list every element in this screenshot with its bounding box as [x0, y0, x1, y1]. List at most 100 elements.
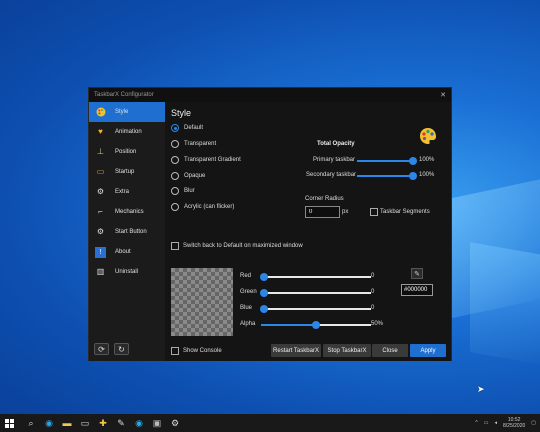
primary-opacity-knob[interactable] [409, 157, 417, 165]
radio-label: Default [184, 125, 204, 131]
total-opacity-title: Total Opacity [317, 141, 355, 147]
primary-opacity-value: 100% [419, 157, 435, 163]
info-icon: ! [95, 246, 106, 258]
startup-icon: ▭ [96, 167, 105, 176]
sidebar-item-label: About [115, 249, 131, 255]
show-console-checkbox[interactable] [171, 347, 179, 355]
style-panel: Style Default Transparent Transparent Gr… [165, 102, 451, 361]
green-label: Green [240, 289, 257, 295]
sidebar-item-label: Extra [115, 189, 130, 195]
sidebar-item-uninstall[interactable]: ▥ Uninstall [89, 262, 165, 282]
radio-default[interactable]: Default [171, 124, 203, 132]
restart-taskbarx-button[interactable]: Restart TaskbarX [271, 344, 321, 357]
hex-color-input[interactable]: #000000 [401, 284, 433, 296]
radio-label: Acrylic (can flicker) [184, 204, 235, 210]
configurator-window: TaskbarX Configurator ✕ Style ♥ Animatio… [88, 87, 452, 361]
edge-icon-2[interactable]: ◉ [130, 414, 148, 432]
blue-knob[interactable] [260, 305, 268, 313]
close-button[interactable]: Close [372, 344, 408, 357]
primary-taskbar-label: Primary taskbar [313, 157, 356, 163]
radio-opaque[interactable]: Opaque [171, 172, 205, 180]
blue-slider[interactable] [261, 308, 371, 310]
switch-back-checkbox[interactable] [171, 242, 179, 250]
sidebar-item-about[interactable]: ! About [89, 242, 165, 262]
position-icon: ⊥ [97, 147, 104, 156]
sidebar-item-label: Position [115, 149, 137, 155]
secondary-taskbar-label: Secondary taskbar [306, 172, 357, 178]
notification-icon[interactable]: ▢ [531, 420, 536, 426]
sidebar-item-position[interactable]: ⊥ Position [89, 142, 165, 162]
heart-icon: ♥ [98, 127, 103, 136]
app-icon[interactable]: ✎ [112, 414, 130, 432]
taskbar-segments-checkbox[interactable] [370, 208, 378, 216]
radio-transparent[interactable]: Transparent [171, 140, 216, 148]
secondary-opacity-knob[interactable] [409, 172, 417, 180]
radio-transparent-gradient[interactable]: Transparent Gradient [171, 156, 241, 164]
restore-button[interactable]: ↻ [114, 343, 129, 355]
apply-button[interactable]: Apply [410, 344, 446, 357]
explorer-icon[interactable]: ▬ [58, 414, 76, 432]
green-value: 0 [371, 289, 375, 295]
start-gear-icon: ⚙ [96, 227, 105, 236]
palette-icon [419, 127, 437, 145]
refresh-icon: ⟳ [98, 344, 105, 354]
color-preview [171, 268, 233, 336]
alpha-label: Alpha [240, 321, 256, 327]
clock[interactable]: 10:52 8/25/2020 [503, 417, 525, 429]
close-icon[interactable]: ✕ [440, 91, 446, 99]
sidebar-item-animation[interactable]: ♥ Animation [89, 122, 165, 142]
red-label: Red [240, 273, 252, 279]
stop-taskbarx-button[interactable]: Stop TaskbarX [323, 344, 371, 357]
radio-blur[interactable]: Blur [171, 187, 195, 195]
green-knob[interactable] [260, 289, 268, 297]
alpha-fill [261, 324, 316, 326]
switch-back-label: Switch back to Default on maximized wind… [183, 243, 303, 249]
sidebar-item-label: Mechanics [115, 209, 144, 215]
corner-radius-input[interactable] [305, 206, 340, 218]
secondary-opacity-fill [357, 175, 413, 177]
terminal-icon[interactable]: ▣ [148, 414, 166, 432]
sidebar-item-start-button[interactable]: ⚙ Start Button [89, 222, 165, 242]
red-knob[interactable] [260, 273, 268, 281]
mechanics-icon: ⌐ [98, 207, 103, 216]
files-icon[interactable]: ▭ [76, 414, 94, 432]
sidebar-item-extra[interactable]: ⚙ Extra [89, 182, 165, 202]
volume-icon[interactable]: ◂ [495, 420, 498, 426]
network-icon[interactable]: ▭ [484, 420, 489, 426]
eyedropper-icon: ✎ [414, 270, 420, 278]
sidebar-item-label: Style [115, 109, 129, 115]
settings-icon[interactable]: ⚙ [166, 414, 184, 432]
radio-label: Blur [184, 188, 195, 194]
taskbar-segments-label: Taskbar Segments [380, 209, 430, 215]
edge-icon[interactable]: ◉ [40, 414, 58, 432]
sidebar-item-startup[interactable]: ▭ Startup [89, 162, 165, 182]
clock-date: 8/25/2020 [503, 423, 526, 429]
wallpaper-light-beam [470, 242, 540, 368]
corner-radius-label: Corner Radius [305, 196, 344, 202]
radio-acrylic[interactable]: Acrylic (can flicker) [171, 203, 234, 211]
taskbarx-icon[interactable]: ✚ [94, 414, 112, 432]
trash-icon: ▥ [96, 267, 105, 276]
sidebar-item-label: Uninstall [115, 269, 139, 275]
palette-icon [95, 107, 106, 118]
page-title: Style [171, 108, 192, 118]
eyedropper-button[interactable]: ✎ [411, 268, 423, 279]
radio-label: Opaque [184, 173, 206, 179]
window-title: TaskbarX Configurator [94, 92, 154, 98]
tray-chevron-icon[interactable]: ^ [475, 420, 477, 426]
restore-icon: ↻ [118, 344, 125, 354]
sidebar-item-style[interactable]: Style [89, 102, 165, 122]
sidebar-item-mechanics[interactable]: ⌐ Mechanics [89, 202, 165, 222]
green-slider[interactable] [261, 292, 371, 294]
title-bar: TaskbarX Configurator ✕ [89, 88, 451, 102]
refresh-button[interactable]: ⟳ [94, 343, 109, 355]
search-icon[interactable]: ⌕ [22, 414, 40, 432]
primary-opacity-fill [357, 160, 413, 162]
alpha-knob[interactable] [312, 321, 320, 329]
sidebar-item-label: Start Button [115, 229, 147, 235]
sidebar-item-label: Animation [115, 129, 142, 135]
blue-label: Blue [240, 305, 253, 311]
windows-icon[interactable] [0, 414, 18, 432]
radio-label: Transparent [184, 141, 217, 147]
red-slider[interactable] [261, 276, 371, 278]
